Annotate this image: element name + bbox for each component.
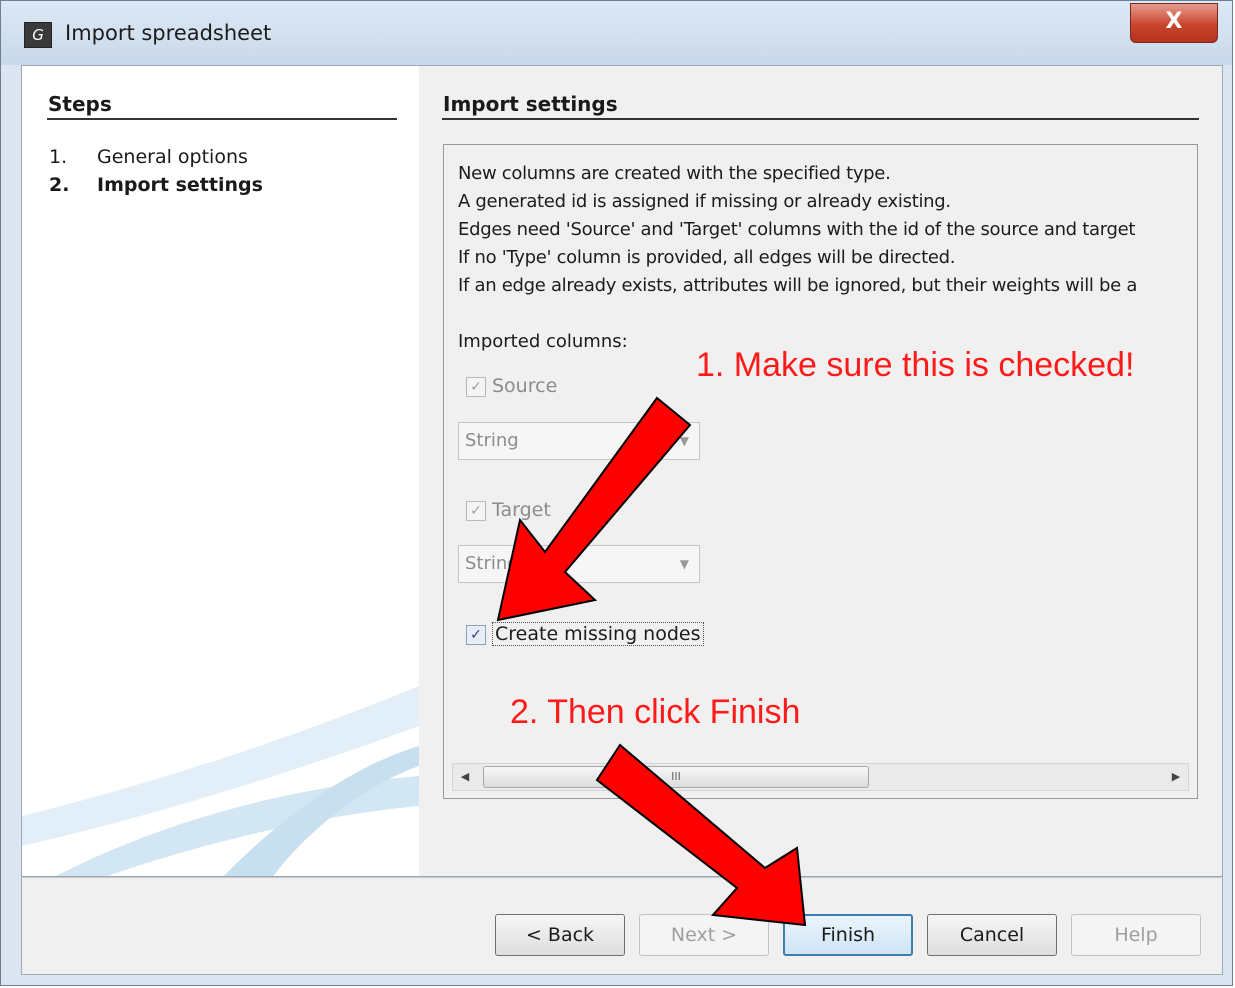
decorative-swoosh bbox=[22, 686, 419, 876]
horizontal-scrollbar[interactable]: ◀ III ▶ bbox=[452, 763, 1189, 791]
settings-panel: Import settings New columns are created … bbox=[419, 66, 1222, 876]
target-label: Target bbox=[492, 499, 551, 521]
steps-divider bbox=[47, 118, 397, 120]
step-import-settings: 2. Import settings bbox=[49, 174, 263, 196]
create-missing-nodes-row[interactable]: ✓ Create missing nodes bbox=[466, 622, 704, 646]
target-type-value: String bbox=[465, 553, 519, 574]
scroll-right-icon[interactable]: ▶ bbox=[1164, 764, 1188, 790]
cancel-button[interactable]: Cancel bbox=[927, 914, 1057, 956]
annotation-step-2: 2. Then click Finish bbox=[510, 693, 801, 731]
source-type-value: String bbox=[465, 430, 519, 451]
step-general-options: 1. General options bbox=[49, 146, 248, 168]
dialog-body: Steps 1. General options 2. Import setting… bbox=[21, 65, 1223, 877]
step-number: 2. bbox=[49, 174, 70, 196]
app-icon: G bbox=[24, 22, 52, 48]
info-line: If no 'Type' column is provided, all edg… bbox=[458, 247, 956, 268]
import-spreadsheet-dialog: G Import spreadsheet X Steps 1. General o… bbox=[0, 0, 1233, 986]
info-line: Edges need 'Source' and 'Target' columns… bbox=[458, 219, 1136, 240]
scroll-left-icon[interactable]: ◀ bbox=[453, 764, 477, 790]
next-button[interactable]: Next > bbox=[639, 914, 769, 956]
title-bar: G Import spreadsheet X bbox=[1, 1, 1232, 65]
close-button[interactable]: X bbox=[1130, 3, 1218, 43]
target-checkbox-row[interactable]: ✓ Target bbox=[466, 499, 551, 521]
steps-panel: Steps 1. General options 2. Import setting… bbox=[22, 66, 419, 876]
chevron-down-icon: ▼ bbox=[679, 434, 689, 448]
window-title: Import spreadsheet bbox=[65, 21, 272, 45]
create-missing-nodes-checkbox[interactable]: ✓ bbox=[466, 624, 486, 645]
scrollbar-thumb[interactable]: III bbox=[483, 766, 869, 788]
steps-title: Steps bbox=[48, 92, 112, 116]
step-label: Import settings bbox=[97, 174, 263, 196]
source-type-select[interactable]: String ▼ bbox=[458, 422, 700, 460]
settings-title: Import settings bbox=[443, 92, 618, 116]
info-line: A generated id is assigned if missing or… bbox=[458, 191, 951, 212]
help-button[interactable]: Help bbox=[1071, 914, 1201, 956]
source-checkbox[interactable]: ✓ bbox=[466, 376, 486, 397]
annotation-step-1: 1. Make sure this is checked! bbox=[696, 346, 1135, 384]
finish-button[interactable]: Finish bbox=[783, 914, 913, 956]
back-button[interactable]: < Back bbox=[495, 914, 625, 956]
source-label: Source bbox=[492, 375, 558, 397]
imported-columns-label: Imported columns: bbox=[458, 331, 628, 352]
target-checkbox[interactable]: ✓ bbox=[466, 500, 486, 521]
settings-divider bbox=[442, 118, 1199, 120]
info-line: If an edge already exists, attributes wi… bbox=[458, 275, 1138, 296]
source-checkbox-row[interactable]: ✓ Source bbox=[466, 375, 557, 397]
target-type-select[interactable]: String ▼ bbox=[458, 545, 700, 583]
step-label: General options bbox=[97, 146, 248, 168]
button-bar: < Back Next > Finish Cancel Help bbox=[21, 877, 1223, 975]
step-number: 1. bbox=[49, 146, 68, 168]
create-missing-nodes-label[interactable]: Create missing nodes bbox=[492, 622, 704, 646]
chevron-down-icon: ▼ bbox=[679, 557, 689, 571]
info-line: New columns are created with the specifi… bbox=[458, 163, 891, 184]
